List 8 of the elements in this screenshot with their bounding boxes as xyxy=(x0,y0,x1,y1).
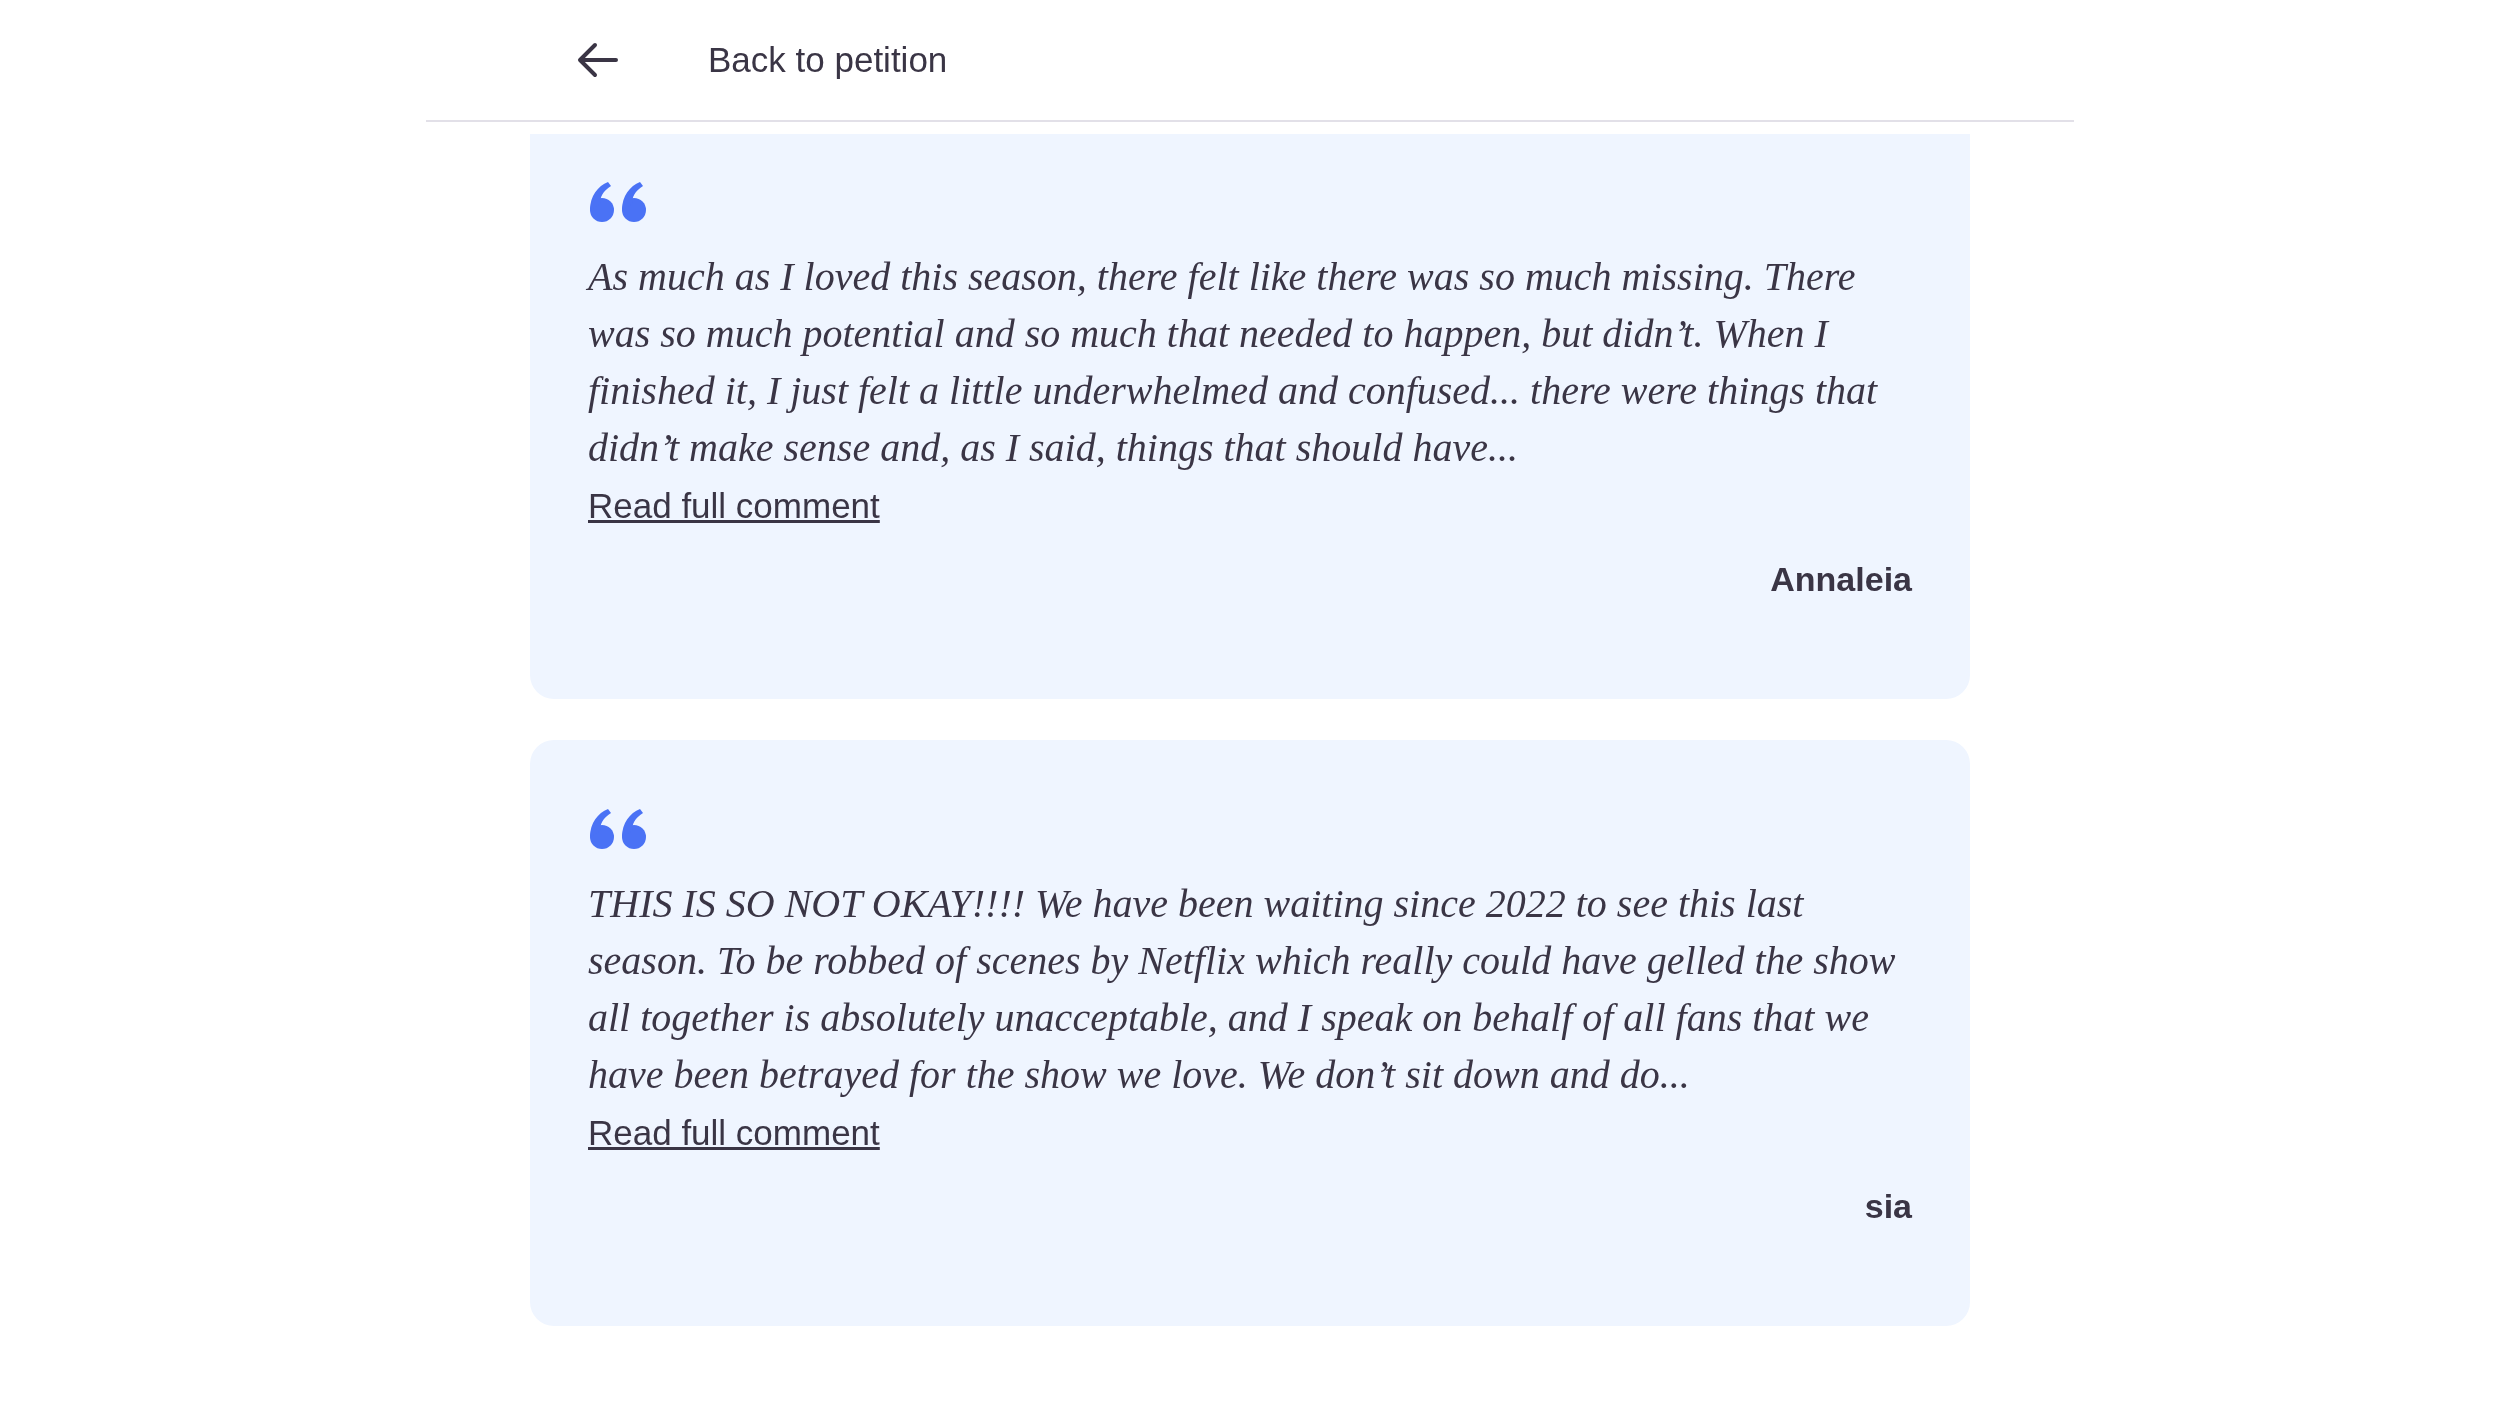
back-arrow-icon[interactable] xyxy=(576,40,620,80)
comment-text: THIS IS SO NOT OKAY!!!! We have been waiting since 2022 to see this last season. To be robbed of scenes by Netflix which really could have gelled the show all together is absolutely unacceptable, and I speak on behalf of all fans that we have been betrayed for the show we love. We don’t sit down and do... xyxy=(588,880,1897,1099)
back-to-petition-link[interactable]: Back to petition xyxy=(708,40,948,80)
read-full-comment-link[interactable]: Read full comment xyxy=(588,476,880,536)
comment-author: sia xyxy=(1864,1187,1912,1226)
comment-text: As much as I loved this season, there felt like there was so much missing. There was so much potential and so much that needed to happen, but didn’t. When I finished it, I just felt a little underwhelmed and confused... there were things that didn’t make sense and, as I said, things that should have... xyxy=(588,253,1879,472)
read-full-comment-link[interactable]: Read full comment xyxy=(588,1103,880,1163)
comment-author: Annaleia xyxy=(1770,560,1912,599)
